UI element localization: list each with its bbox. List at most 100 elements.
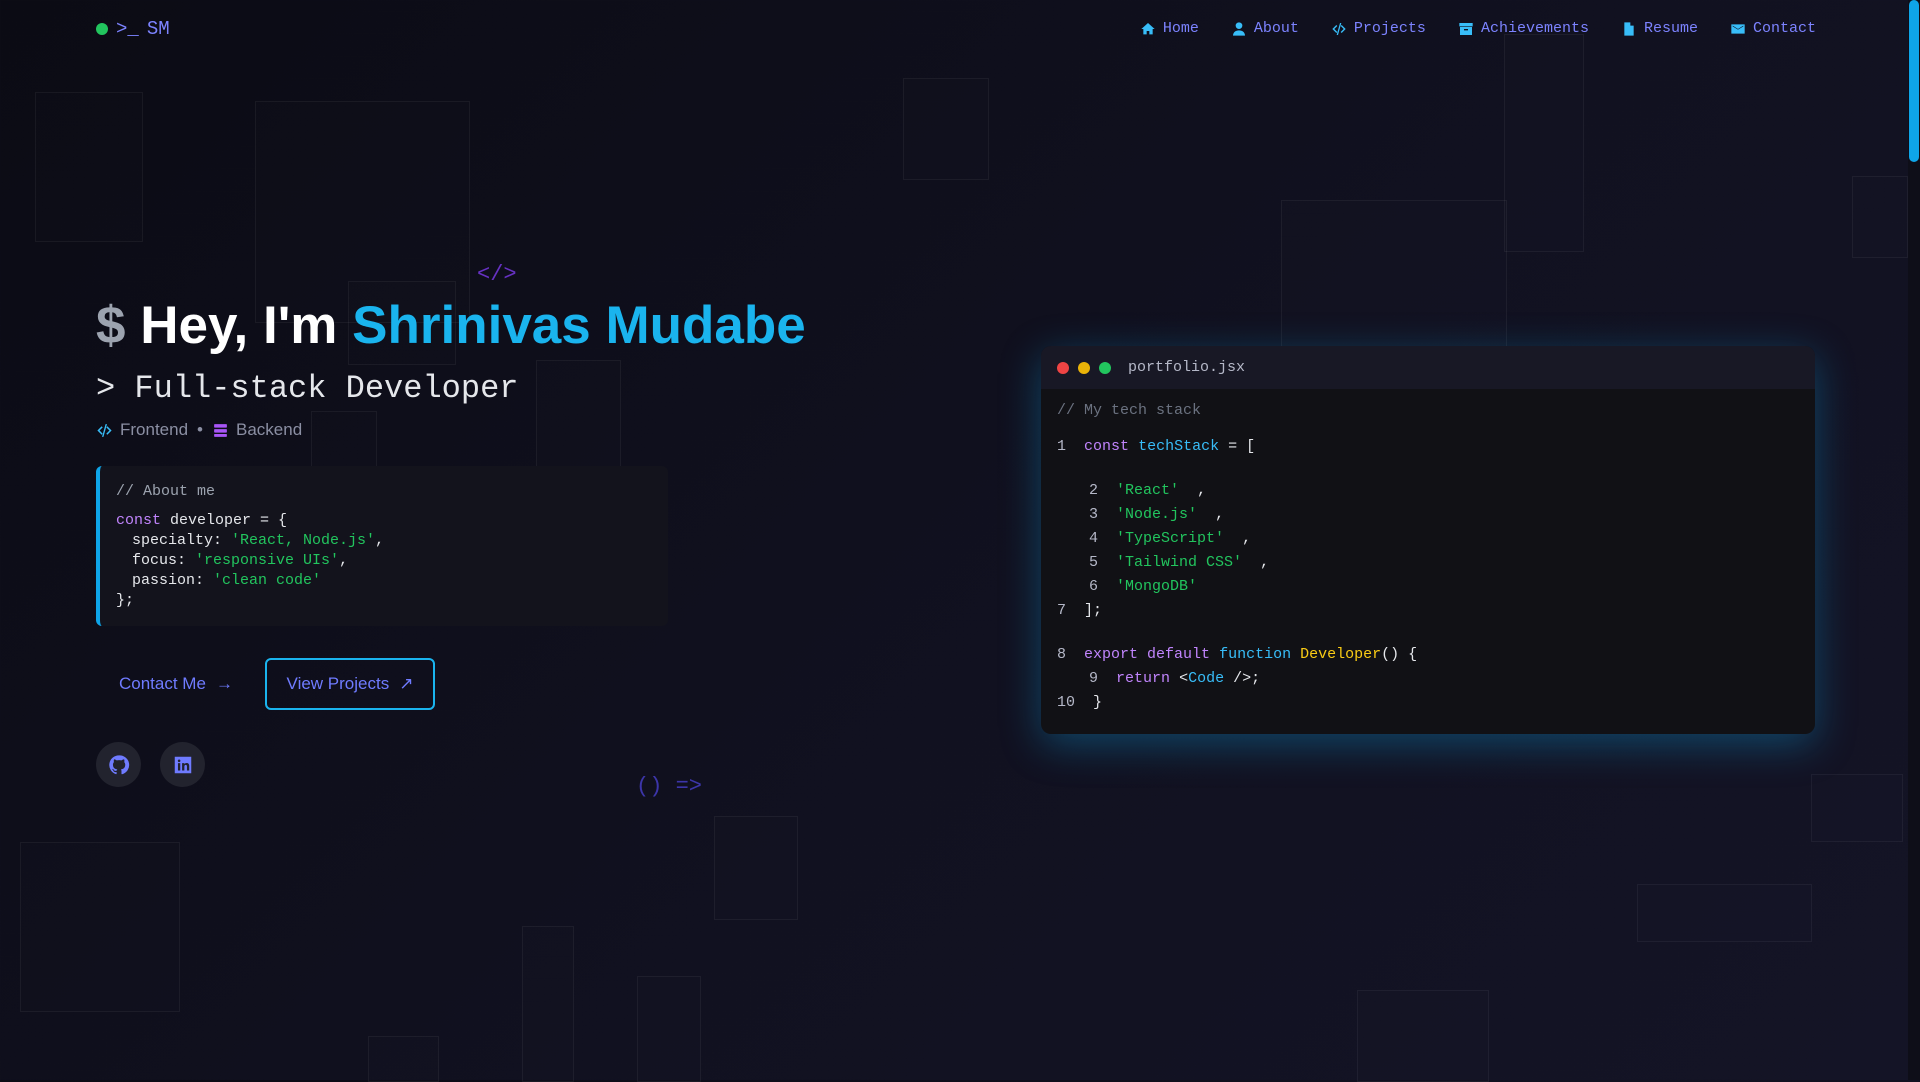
bg-box — [35, 92, 143, 242]
code-string: 'TypeScript' — [1116, 530, 1225, 547]
linkedin-link[interactable] — [160, 742, 205, 787]
code-keyword: const — [116, 512, 162, 529]
code-icon — [97, 423, 112, 437]
code-string: 'Tailwind CSS' — [1116, 554, 1243, 571]
about-line: passion: 'clean code' — [116, 571, 652, 591]
line-number: 1 — [1057, 438, 1067, 455]
code-key: specialty: — [132, 532, 223, 549]
bg-box — [1811, 774, 1903, 842]
code-tag-decoration: </> — [477, 262, 517, 287]
nav-item-resume[interactable]: Resume — [1621, 20, 1698, 37]
code-punct: () { — [1381, 646, 1418, 663]
hero-greeting: Hey, I'm — [140, 296, 338, 355]
bg-box — [1504, 34, 1584, 252]
code-line: 6 'MongoDB' — [1089, 578, 1197, 595]
nav-item-projects[interactable]: Projects — [1331, 20, 1426, 37]
code-punct: , — [339, 552, 349, 569]
code-punct: , — [1197, 482, 1207, 499]
code-key: focus: — [132, 552, 187, 569]
button-label: View Projects — [286, 674, 390, 693]
line-number: 10 — [1057, 694, 1076, 711]
user-icon — [1232, 21, 1245, 36]
code-function: Developer — [1300, 646, 1382, 663]
view-projects-button[interactable]: View Projects ↗ — [265, 658, 435, 710]
code-line: 3 'Node.js' , — [1089, 506, 1224, 523]
nav-item-about[interactable]: About — [1231, 20, 1299, 37]
logo[interactable]: >_ SM — [96, 18, 170, 40]
code-line: 5 'Tailwind CSS' , — [1089, 554, 1269, 571]
line-number: 4 — [1089, 530, 1099, 547]
hero-role: > Full-stack Developer — [96, 370, 519, 407]
code-punct: , — [1260, 554, 1270, 571]
github-icon — [108, 754, 129, 774]
line-number: 7 — [1057, 602, 1067, 619]
nav-item-label: About — [1253, 20, 1299, 37]
code-editor-window: portfolio.jsx // My tech stack 1 const t… — [1041, 346, 1815, 734]
about-comment: // About me — [116, 483, 216, 500]
logo-prompt: >_ — [116, 18, 139, 40]
code-punct: } — [1093, 694, 1103, 711]
linkedin-icon — [174, 756, 191, 773]
code-keyword: function — [1219, 646, 1292, 663]
nav-item-label: Home — [1162, 20, 1199, 37]
page-scrollbar[interactable] — [1908, 0, 1920, 1080]
close-dot-icon — [1057, 361, 1069, 374]
code-punct: ]; — [1084, 602, 1103, 619]
about-line: focus: 'responsive UIs', — [116, 551, 652, 571]
github-link[interactable] — [96, 742, 141, 787]
nav-item-home[interactable]: Home — [1140, 20, 1199, 37]
about-code-block: // About me const developer = { specialt… — [96, 466, 668, 626]
bg-box — [20, 842, 180, 1012]
code-keyword: const — [1084, 438, 1130, 455]
button-label: Contact Me — [119, 674, 206, 693]
bg-box — [1281, 200, 1507, 350]
bg-box — [536, 360, 621, 472]
code-line: 9 return <Code />; — [1089, 670, 1260, 687]
code-line: 1 const techStack = [ — [1057, 438, 1255, 455]
scrollbar-thumb[interactable] — [1909, 0, 1919, 162]
editor-comment: // My tech stack — [1057, 402, 1202, 419]
code-keyword: export default — [1084, 646, 1211, 663]
nav-item-achievements[interactable]: Achievements — [1458, 20, 1589, 37]
bg-box — [1637, 884, 1812, 942]
code-line: 8 export default function Developer() { — [1057, 646, 1417, 663]
code-punct: />; — [1224, 670, 1261, 687]
nav-item-label: Contact — [1752, 20, 1816, 37]
stack-tags: Frontend • Backend — [96, 420, 302, 440]
code-punct: = [ — [1219, 438, 1256, 455]
hero-prompt: $ — [96, 296, 126, 355]
code-string: 'Node.js' — [1116, 506, 1198, 523]
home-icon — [1141, 22, 1155, 34]
line-number: 2 — [1089, 482, 1099, 499]
code-string: 'React' — [1116, 482, 1180, 499]
bg-box — [1357, 990, 1489, 1082]
external-arrow-icon: ↗ — [399, 674, 414, 693]
nav-item-contact[interactable]: Contact — [1730, 20, 1816, 37]
hero-title: $ Hey, I'm Shrinivas Mudabe — [96, 295, 806, 356]
code-punct: < — [1179, 670, 1189, 687]
code-text: developer = { — [170, 512, 288, 529]
editor-filename: portfolio.jsx — [1128, 359, 1246, 376]
about-line: const developer = { — [116, 511, 652, 531]
code-line: 7 ]; — [1057, 602, 1102, 619]
nav-item-label: Achievements — [1480, 20, 1589, 37]
code-punct: , — [1215, 506, 1225, 523]
line-number: 5 — [1089, 554, 1099, 571]
nav-item-label: Resume — [1643, 20, 1698, 37]
code-string: 'clean code' — [213, 572, 322, 589]
logo-initials: SM — [146, 18, 170, 40]
arrow-fn-decoration: () => — [636, 774, 703, 799]
minimize-dot-icon — [1078, 361, 1090, 374]
maximize-dot-icon — [1099, 361, 1111, 374]
line-number: 3 — [1089, 506, 1099, 523]
code-line: 2 'React' , — [1089, 482, 1206, 499]
contact-me-button[interactable]: Contact Me → — [96, 658, 256, 710]
code-string: 'responsive UIs' — [195, 552, 340, 569]
code-tag: Code — [1188, 670, 1225, 687]
envelope-icon — [1731, 23, 1745, 34]
code-line: 10 } — [1057, 694, 1102, 711]
stack-backend-label: Backend — [236, 420, 303, 439]
code-punct: , — [375, 532, 385, 549]
archive-icon — [1459, 22, 1473, 35]
nav-links: Home About Projects Achievements Resume … — [1140, 20, 1816, 37]
